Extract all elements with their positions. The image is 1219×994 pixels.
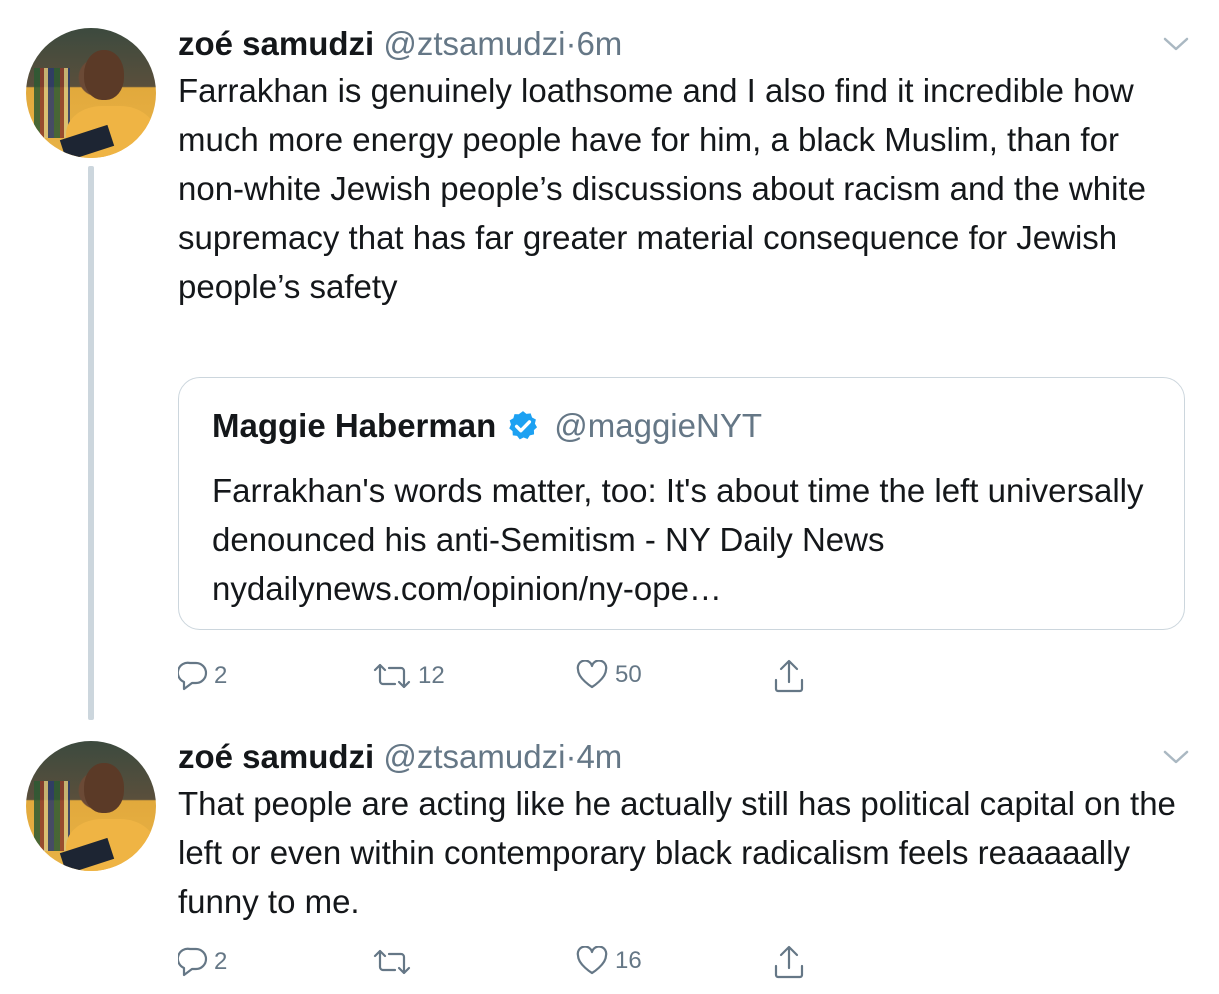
reply-icon <box>178 947 208 977</box>
display-name[interactable]: zoé samudzi <box>178 738 374 775</box>
reply-count: 2 <box>214 948 228 975</box>
retweet-count: 12 <box>418 662 445 689</box>
verified-badge-icon <box>509 411 538 440</box>
separator-dot: · <box>565 738 577 775</box>
like-icon <box>576 660 608 689</box>
like-button[interactable]: 50 <box>575 660 642 690</box>
retweet-button[interactable]: 12 <box>372 662 445 690</box>
tweet-header: zoé samudzi @ztsamudzi·4m <box>178 737 622 777</box>
tweet-text: That people are acting like he actually … <box>178 785 1176 920</box>
reply-button[interactable]: 2 <box>178 946 227 978</box>
like-button[interactable]: 16 <box>575 946 642 976</box>
quoted-tweet-header: Maggie Haberman @maggieNYT <box>212 406 762 446</box>
separator-dot: · <box>565 25 577 62</box>
quoted-user-handle: @maggieNYT <box>554 407 762 444</box>
share-button[interactable] <box>773 658 805 694</box>
thread-connector-line <box>88 166 94 720</box>
quoted-tweet[interactable]: Maggie Haberman @maggieNYT Farrakhan's w… <box>178 377 1185 630</box>
retweet-button[interactable] <box>372 948 418 976</box>
reply-count: 2 <box>214 662 228 689</box>
timestamp[interactable]: 4m <box>576 738 622 775</box>
share-icon <box>774 945 804 979</box>
tweet-actions: 2 12 50 <box>0 658 1219 698</box>
user-handle[interactable]: @ztsamudzi <box>383 25 565 62</box>
tweet-text: Farrakhan is genuinely loathsome and I a… <box>178 72 1146 305</box>
reply-icon <box>178 661 208 691</box>
avatar[interactable] <box>26 28 156 158</box>
display-name[interactable]: zoé samudzi <box>178 25 374 62</box>
retweet-icon <box>373 663 411 689</box>
like-count: 50 <box>615 661 642 688</box>
share-icon <box>774 659 804 693</box>
retweet-icon <box>373 949 411 975</box>
reply-button[interactable]: 2 <box>178 660 227 692</box>
tweet-actions: 2 16 <box>0 944 1219 984</box>
tweet-header: zoé samudzi @ztsamudzi·6m <box>178 24 622 64</box>
share-button[interactable] <box>773 944 805 980</box>
quoted-tweet-text: Farrakhan's words matter, too: It's abou… <box>212 472 1144 607</box>
chevron-down-icon[interactable] <box>1163 35 1189 53</box>
like-icon <box>576 946 608 975</box>
chevron-down-icon[interactable] <box>1163 748 1189 766</box>
quoted-display-name: Maggie Haberman <box>212 407 497 444</box>
user-handle[interactable]: @ztsamudzi <box>383 738 565 775</box>
avatar[interactable] <box>26 741 156 871</box>
timestamp[interactable]: 6m <box>576 25 622 62</box>
like-count: 16 <box>615 947 642 974</box>
